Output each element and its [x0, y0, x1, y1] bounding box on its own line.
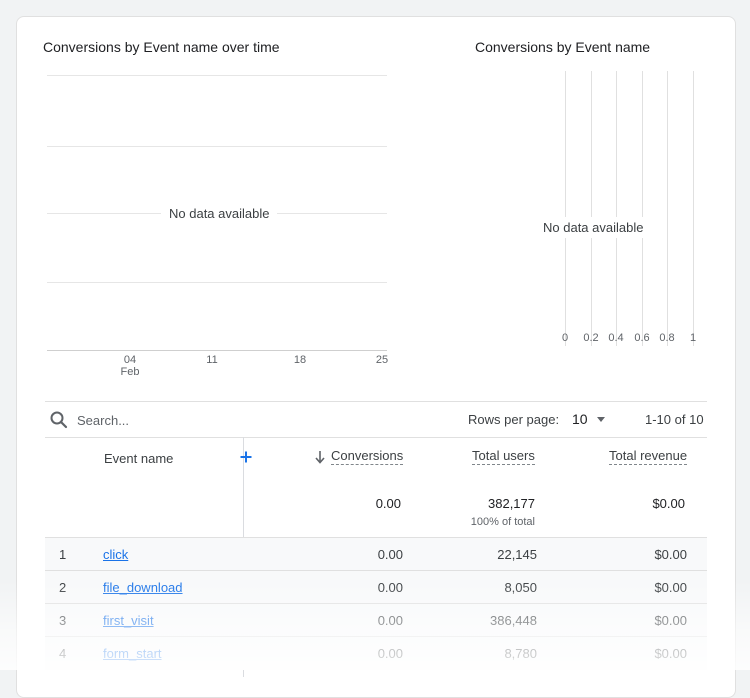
event-name-link[interactable]: file_download — [103, 580, 183, 595]
event-name-link[interactable]: first_visit — [103, 613, 154, 628]
table-row[interactable]: 2 file_download 0.00 8,050 $0.00 — [45, 570, 707, 604]
total-users-cell: 386,448 — [490, 613, 537, 628]
x-tick-label: 0.2 — [583, 332, 599, 344]
total-users: 382,177 — [488, 496, 535, 511]
total-revenue-cell: $0.00 — [654, 580, 687, 595]
bar-chart-gridline — [642, 71, 643, 346]
search-icon[interactable] — [49, 410, 69, 430]
line-chart-baseline — [47, 350, 387, 351]
x-tick-label: 25 — [375, 354, 389, 366]
row-index: 4 — [59, 646, 67, 661]
x-tick-label: 04 Feb — [120, 354, 140, 378]
x-tick-label: 0.8 — [659, 332, 675, 344]
conversions-cell: 0.00 — [377, 580, 403, 595]
row-index: 1 — [59, 547, 67, 562]
line-chart-gridline — [47, 146, 387, 147]
line-chart-no-data: No data available — [161, 206, 278, 221]
conversions-header[interactable]: Conversions — [331, 448, 404, 465]
line-chart-title: Conversions by Event name over time — [43, 39, 280, 55]
total-users-cell: 8,050 — [504, 580, 537, 595]
total-conversions: 0.00 — [375, 496, 401, 511]
total-revenue-cell: $0.00 — [654, 646, 687, 661]
bar-chart-gridline — [616, 71, 617, 346]
row-index: 3 — [59, 613, 67, 628]
total-revenue: $0.00 — [652, 496, 685, 511]
table-row[interactable]: 1 click 0.00 22,145 $0.00 — [45, 537, 707, 571]
conversions-cell: 0.00 — [377, 547, 403, 562]
total-revenue-header[interactable]: Total revenue — [609, 448, 688, 465]
table-row[interactable]: 3 first_visit 0.00 386,448 $0.00 — [45, 603, 707, 637]
total-revenue-cell: $0.00 — [654, 613, 687, 628]
report-card: Conversions by Event name over time No d… — [16, 16, 736, 698]
x-tick-label: 11 — [206, 354, 218, 366]
event-name-link[interactable]: form_start — [103, 646, 162, 661]
bar-chart-gridline — [693, 71, 694, 346]
bar-chart-gridline — [667, 71, 668, 346]
x-tick-label: 0.4 — [608, 332, 624, 344]
total-users-header[interactable]: Total users — [472, 448, 535, 465]
conversions-cell: 0.00 — [377, 613, 403, 628]
event-name-header[interactable]: Event name — [104, 451, 173, 466]
total-revenue-cell: $0.00 — [654, 547, 687, 562]
total-users-cell: 8,780 — [504, 646, 537, 661]
x-tick-label: 18 — [293, 354, 307, 366]
x-tick-label: 1 — [689, 332, 697, 344]
bar-chart-no-data: No data available — [535, 217, 652, 238]
x-tick-label: 0 — [561, 332, 569, 344]
total-users-cell: 22,145 — [497, 547, 537, 562]
conversions-cell: 0.00 — [377, 646, 403, 661]
table-toolbar: Rows per page: 10 1-10 of 10 — [45, 401, 707, 438]
bar-chart-gridline — [591, 71, 592, 346]
bar-chart-title: Conversions by Event name — [475, 39, 651, 55]
dropdown-arrow-icon[interactable] — [597, 417, 605, 422]
row-index: 2 — [59, 580, 67, 595]
line-chart-gridline — [47, 75, 387, 76]
total-users-percent: 100% of total — [470, 516, 535, 528]
event-name-link[interactable]: click — [103, 547, 128, 562]
rows-per-page-select[interactable]: 10 — [572, 411, 588, 427]
add-dimension-icon[interactable] — [239, 450, 253, 464]
search-input[interactable] — [75, 408, 359, 432]
line-chart-gridline — [47, 282, 387, 283]
rows-per-page-label: Rows per page: — [468, 412, 560, 427]
x-tick-label: 0.6 — [634, 332, 650, 344]
pagination-range: 1-10 of 10 — [645, 412, 704, 427]
sort-descending-icon[interactable] — [314, 450, 326, 464]
bar-chart-gridline — [565, 71, 566, 346]
table-row[interactable]: 4 form_start 0.00 8,780 $0.00 — [45, 636, 707, 670]
